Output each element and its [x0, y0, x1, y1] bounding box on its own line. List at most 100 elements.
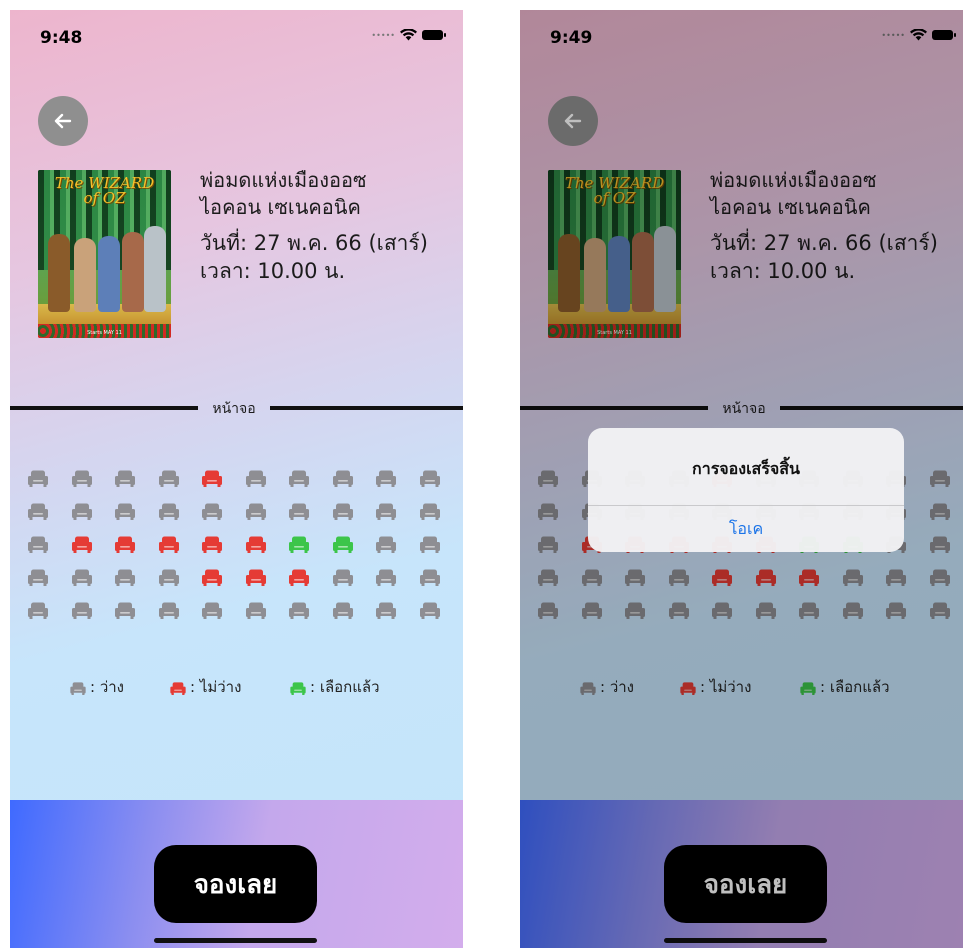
seat-icon[interactable]: [28, 470, 48, 487]
seat-icon[interactable]: [158, 470, 179, 487]
seat-icon[interactable]: [289, 503, 309, 520]
seat-icon[interactable]: [115, 536, 135, 553]
seat-icon[interactable]: [158, 602, 179, 619]
seat-icon[interactable]: [538, 569, 558, 586]
seat-icon[interactable]: [28, 569, 48, 586]
movie-poster: The WIZARD of OZ Starts MAY 11: [548, 170, 681, 338]
wifi-icon: [400, 29, 417, 41]
seat-icon[interactable]: [538, 470, 558, 487]
seat-icon[interactable]: [245, 470, 266, 487]
seat-icon[interactable]: [419, 602, 440, 619]
seat-icon[interactable]: [202, 569, 222, 586]
seat-icon[interactable]: [625, 569, 645, 586]
seat-icon[interactable]: [712, 569, 732, 586]
seat-icon[interactable]: [419, 503, 440, 520]
seat-icon[interactable]: [886, 602, 906, 619]
seat-icon[interactable]: [71, 536, 92, 553]
seat-icon: [290, 681, 306, 695]
seat-icon[interactable]: [538, 602, 558, 619]
seat-icon[interactable]: [71, 503, 92, 520]
seat-icon[interactable]: [158, 536, 179, 553]
seat-icon[interactable]: [376, 503, 396, 520]
seat-icon[interactable]: [71, 569, 92, 586]
seat-icon[interactable]: [28, 503, 48, 520]
booking-complete-alert: การจองเสร็จสิ้น โอเค: [588, 428, 904, 552]
book-now-button[interactable]: จองเลย: [664, 845, 827, 923]
seat-icon[interactable]: [289, 536, 309, 553]
seat-icon[interactable]: [668, 602, 689, 619]
seat-icon[interactable]: [755, 569, 776, 586]
seat-icon[interactable]: [202, 536, 222, 553]
seat-icon[interactable]: [929, 602, 950, 619]
status-icons: •••••: [881, 29, 956, 41]
seat-icon[interactable]: [929, 569, 950, 586]
battery-icon: [422, 30, 446, 40]
poster-date: Starts MAY 11: [597, 330, 632, 336]
seat-icon[interactable]: [332, 569, 353, 586]
show-date: วันที่: 27 พ.ค. 66 (เสาร์): [200, 231, 428, 255]
seat-icon[interactable]: [289, 569, 309, 586]
seat-icon[interactable]: [712, 602, 732, 619]
seat-icon[interactable]: [28, 602, 48, 619]
seat-row: [28, 602, 448, 635]
seat-icon[interactable]: [71, 470, 92, 487]
seat-icon[interactable]: [28, 536, 48, 553]
seat-icon[interactable]: [158, 569, 179, 586]
seat-icon[interactable]: [115, 602, 135, 619]
seat-icon[interactable]: [202, 503, 222, 520]
seat-icon[interactable]: [929, 536, 950, 553]
screen-label: หน้าจอ: [722, 401, 766, 417]
seat-icon[interactable]: [538, 536, 558, 553]
seat-icon[interactable]: [419, 536, 440, 553]
book-now-button[interactable]: จองเลย: [154, 845, 317, 923]
seat-icon[interactable]: [625, 602, 645, 619]
seat-icon[interactable]: [158, 503, 179, 520]
home-indicator[interactable]: [154, 938, 317, 943]
seat-icon[interactable]: [332, 602, 353, 619]
seat-icon[interactable]: [245, 503, 266, 520]
seat-icon[interactable]: [289, 602, 309, 619]
back-button[interactable]: [38, 96, 88, 146]
cinema-name: ไอคอน เซเนคอนิค: [200, 195, 361, 219]
seat-icon[interactable]: [376, 569, 396, 586]
seat-icon[interactable]: [376, 470, 396, 487]
seat-icon[interactable]: [376, 536, 396, 553]
seat-icon[interactable]: [71, 602, 92, 619]
seat-icon[interactable]: [886, 569, 906, 586]
seat-icon[interactable]: [115, 569, 135, 586]
seat-icon[interactable]: [332, 470, 353, 487]
seat-icon[interactable]: [799, 569, 819, 586]
seat-icon[interactable]: [245, 602, 266, 619]
seat-icon[interactable]: [842, 602, 863, 619]
seat-icon[interactable]: [929, 470, 950, 487]
status-time: 9:49: [550, 28, 593, 48]
seat-icon[interactable]: [419, 470, 440, 487]
seat-icon[interactable]: [245, 569, 266, 586]
seat-row: [28, 569, 448, 602]
seat-icon[interactable]: [755, 602, 776, 619]
seat-icon[interactable]: [115, 470, 135, 487]
seat-icon[interactable]: [245, 536, 266, 553]
seat-icon[interactable]: [668, 569, 689, 586]
seat-icon[interactable]: [419, 569, 440, 586]
seat-icon[interactable]: [115, 503, 135, 520]
seat-icon[interactable]: [538, 503, 558, 520]
seat-icon[interactable]: [581, 569, 602, 586]
seat-icon[interactable]: [376, 602, 396, 619]
seat-icon[interactable]: [332, 536, 353, 553]
seat-icon[interactable]: [202, 470, 222, 487]
seat-icon[interactable]: [799, 602, 819, 619]
seat-icon[interactable]: [332, 503, 353, 520]
seat-icon[interactable]: [842, 569, 863, 586]
seat-icon[interactable]: [581, 602, 602, 619]
back-button[interactable]: [548, 96, 598, 146]
home-indicator[interactable]: [664, 938, 827, 943]
seat-icon[interactable]: [202, 602, 222, 619]
seat-icon[interactable]: [929, 503, 950, 520]
arrow-left-icon: [54, 113, 72, 129]
seat-icon[interactable]: [289, 470, 309, 487]
seat-icon: [170, 681, 186, 695]
status-bar: 9:49 •••••: [520, 10, 963, 70]
alert-ok-button[interactable]: โอเค: [588, 506, 904, 552]
seat-legend: : ว่าง : ไม่ว่าง : เลือกแล้ว: [520, 675, 963, 699]
